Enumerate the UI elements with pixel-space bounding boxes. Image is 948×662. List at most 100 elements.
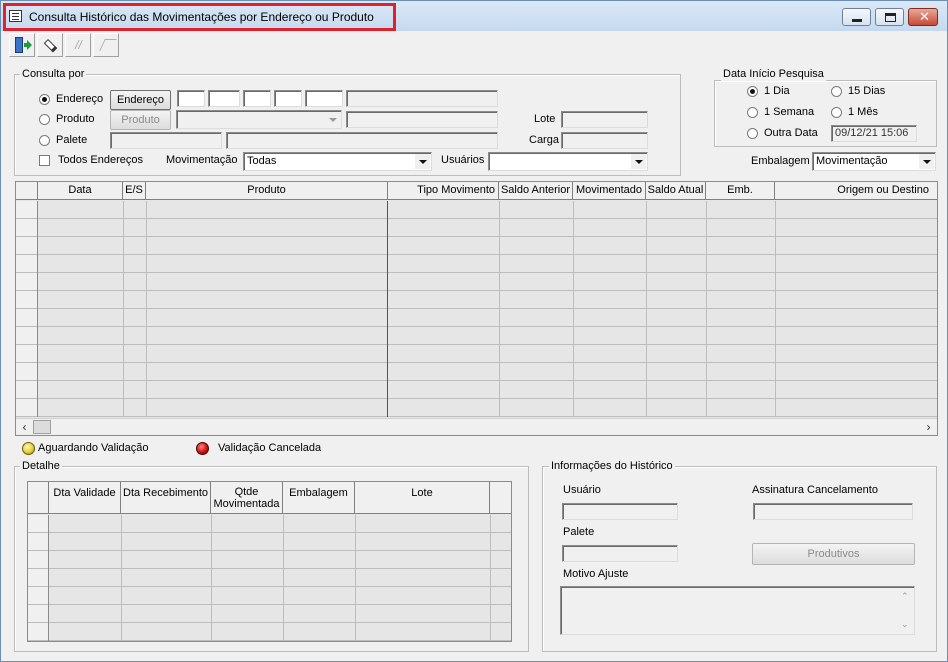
radio-palete[interactable] bbox=[39, 135, 50, 146]
title-highlight-box bbox=[3, 3, 396, 31]
col-emb[interactable]: Emb. bbox=[706, 182, 775, 200]
detalhe-row-indicator-column bbox=[28, 515, 49, 641]
palete-info-label: Palete bbox=[563, 526, 595, 538]
chevron-down-icon bbox=[631, 154, 646, 169]
movements-grid-header: Data E/S Produto Tipo Movimento Saldo An… bbox=[16, 182, 937, 200]
endereco-part-1-input[interactable] bbox=[177, 90, 205, 107]
radio-1-semana[interactable] bbox=[747, 107, 758, 118]
movements-grid[interactable]: Data E/S Produto Tipo Movimento Saldo An… bbox=[15, 181, 938, 436]
palete-field[interactable] bbox=[110, 132, 222, 149]
close-button[interactable]: ✕ bbox=[908, 8, 938, 26]
endereco-part-5-input[interactable] bbox=[305, 90, 343, 107]
chevron-down-icon bbox=[415, 154, 430, 169]
endereco-button[interactable]: Endereço bbox=[110, 90, 171, 110]
motivo-ajuste-textarea[interactable]: ⌃ ⌄ bbox=[560, 586, 915, 635]
radio-produto-label: Produto bbox=[56, 113, 95, 125]
disabled-tool-icon: // bbox=[75, 38, 82, 52]
endereco-description-field bbox=[346, 90, 498, 107]
scroll-thumb[interactable] bbox=[33, 420, 51, 434]
maximize-button[interactable] bbox=[875, 8, 904, 26]
col-lote[interactable]: Lote bbox=[355, 482, 490, 514]
radio-1-dia[interactable] bbox=[747, 86, 758, 97]
endereco-part-2-input[interactable] bbox=[208, 90, 240, 107]
scroll-up-icon[interactable]: ⌃ bbox=[901, 591, 909, 602]
info-historico-group-label: Informações do Histórico bbox=[549, 460, 675, 473]
col-dta-recebimento[interactable]: Dta Recebimento bbox=[121, 482, 211, 514]
radio-1-dia-label: 1 Dia bbox=[764, 85, 790, 97]
col-origem-destino[interactable]: Origem ou Destino bbox=[775, 182, 937, 200]
movimentacao-label: Movimentação bbox=[166, 154, 238, 166]
disabled-tool-button-2[interactable] bbox=[93, 33, 119, 57]
radio-15-dias[interactable] bbox=[831, 86, 842, 97]
produto-combo[interactable] bbox=[176, 110, 342, 129]
radio-15-dias-label: 15 Dias bbox=[848, 85, 886, 97]
col-produto[interactable]: Produto bbox=[146, 182, 388, 200]
motivo-ajuste-label: Motivo Ajuste bbox=[563, 568, 629, 580]
outra-data-field[interactable]: 09/12/21 15:06 bbox=[831, 125, 917, 142]
lote-field[interactable] bbox=[561, 111, 648, 128]
toolbar: // bbox=[9, 32, 939, 58]
produto-button[interactable]: Produto bbox=[110, 110, 171, 130]
radio-1-mes[interactable] bbox=[831, 107, 842, 118]
minimize-button[interactable] bbox=[842, 8, 871, 26]
scroll-down-icon[interactable]: ⌄ bbox=[901, 619, 909, 630]
endereco-part-4-input[interactable] bbox=[274, 90, 302, 107]
usuario-field bbox=[562, 503, 678, 520]
todos-enderecos-checkbox[interactable] bbox=[39, 155, 50, 166]
lote-label: Lote bbox=[534, 113, 556, 125]
usuarios-select[interactable] bbox=[488, 152, 648, 171]
col-es[interactable]: E/S bbox=[123, 182, 146, 200]
usuario-label: Usuário bbox=[563, 484, 601, 496]
carga-field[interactable] bbox=[561, 132, 648, 149]
col-embalagem[interactable]: Embalagem bbox=[283, 482, 355, 514]
movements-grid-rows[interactable] bbox=[16, 201, 937, 417]
scroll-left-icon[interactable]: ‹ bbox=[16, 419, 33, 435]
radio-outra-data[interactable] bbox=[747, 128, 758, 139]
maximize-icon bbox=[885, 13, 896, 22]
movimentacao-select[interactable]: Todas bbox=[243, 152, 432, 171]
col-movimentado[interactable]: Movimentado bbox=[573, 182, 646, 200]
col-saldo-atual[interactable]: Saldo Atual bbox=[646, 182, 706, 200]
col-saldo-anterior[interactable]: Saldo Anterior bbox=[499, 182, 573, 200]
palete-info-field bbox=[562, 545, 678, 562]
usuarios-label: Usuários bbox=[441, 154, 485, 166]
movements-grid-hscrollbar[interactable]: ‹ › bbox=[16, 418, 937, 435]
embalagem-value: Movimentação bbox=[816, 155, 888, 167]
detalhe-grid[interactable]: Dta Validade Dta Recebimento Qtde Movime… bbox=[27, 481, 512, 642]
embalagem-select[interactable]: Movimentação bbox=[812, 152, 936, 171]
detalhe-grid-header: Dta Validade Dta Recebimento Qtde Movime… bbox=[28, 482, 511, 514]
endereco-part-3-input[interactable] bbox=[243, 90, 271, 107]
radio-1-semana-label: 1 Semana bbox=[764, 106, 815, 118]
chevron-down-icon bbox=[919, 154, 934, 169]
aguardando-indicator-icon bbox=[22, 442, 35, 455]
row-indicator-column bbox=[16, 201, 38, 417]
grid-corner-cell bbox=[16, 182, 38, 200]
col-data[interactable]: Data bbox=[38, 182, 123, 200]
produtivos-button[interactable]: Produtivos bbox=[752, 543, 915, 565]
palete-description-field bbox=[226, 132, 498, 149]
motivo-ajuste-scrollbar[interactable]: ⌃ ⌄ bbox=[897, 588, 913, 633]
col-qtde-movimentada[interactable]: Qtde Movimentada bbox=[211, 482, 283, 514]
produto-description-field bbox=[346, 111, 498, 128]
col-tipo-movimento[interactable]: Tipo Movimento bbox=[388, 182, 499, 200]
main-window: Consulta Histórico das Movimentações por… bbox=[0, 0, 948, 662]
detalhe-group-label: Detalhe bbox=[20, 460, 62, 473]
col-dta-validade[interactable]: Dta Validade bbox=[49, 482, 121, 514]
detalhe-extra-col bbox=[490, 482, 511, 514]
close-icon: ✕ bbox=[919, 9, 930, 24]
assinatura-cancelamento-label: Assinatura Cancelamento bbox=[752, 484, 878, 496]
minimize-icon bbox=[852, 19, 862, 22]
scroll-right-icon[interactable]: › bbox=[920, 419, 937, 435]
aguardando-label: Aguardando Validação bbox=[38, 442, 149, 454]
detalhe-corner-cell bbox=[28, 482, 49, 514]
clear-button[interactable] bbox=[37, 33, 63, 57]
carga-label: Carga bbox=[529, 134, 559, 146]
radio-produto[interactable] bbox=[39, 114, 50, 125]
embalagem-label: Embalagem bbox=[751, 155, 810, 167]
title-bar[interactable]: Consulta Histórico das Movimentações por… bbox=[1, 1, 947, 31]
radio-endereco-label: Endereço bbox=[56, 93, 104, 105]
exit-button[interactable] bbox=[9, 33, 35, 57]
detalhe-grid-rows[interactable] bbox=[28, 515, 511, 641]
disabled-tool-button-1[interactable]: // bbox=[65, 33, 91, 57]
radio-endereco[interactable] bbox=[39, 94, 50, 105]
